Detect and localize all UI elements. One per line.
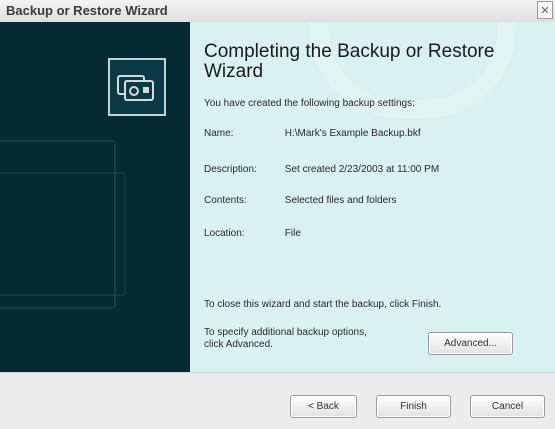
setting-value: H:\Mark's Example Backup.bkf: [284, 128, 421, 139]
close-instruction: To close this wizard and start the backu…: [204, 299, 442, 310]
wizard-sidebar: [0, 22, 190, 372]
finish-button[interactable]: Finish: [376, 395, 451, 418]
cancel-button[interactable]: Cancel: [470, 395, 545, 418]
setting-value: File: [284, 228, 301, 239]
setting-row-contents: Contents: Selected files and folders: [204, 195, 397, 206]
back-button[interactable]: < Back: [290, 395, 357, 418]
setting-label: Location:: [204, 228, 245, 239]
wizard-content: Completing the Backup or Restore Wizard …: [190, 22, 555, 372]
setting-value: Selected files and folders: [284, 195, 397, 206]
setting-label: Description:: [204, 164, 257, 175]
title-bar: Backup or Restore Wizard ✕: [0, 0, 555, 23]
intro-text: You have created the following backup se…: [204, 98, 415, 109]
setting-row-description: Description: Set created 2/23/2003 at 11…: [204, 164, 439, 175]
setting-row-name: Name: H:\Mark's Example Backup.bkf: [204, 128, 421, 139]
page-title: Completing the Backup or Restore Wizard: [204, 41, 495, 82]
advanced-button[interactable]: Advanced...: [428, 332, 513, 355]
setting-row-location: Location: File: [204, 228, 301, 239]
sidebar-watermark-2: [0, 172, 126, 296]
backup-wizard-icon: [108, 58, 166, 116]
advanced-instruction: To specify additional backup options, cl…: [204, 327, 367, 350]
setting-label: Name:: [204, 128, 234, 139]
button-bar: < Back Finish Cancel: [0, 372, 555, 429]
setting-value: Set created 2/23/2003 at 11:00 PM: [284, 164, 440, 175]
setting-label: Contents:: [204, 195, 247, 206]
window-title: Backup or Restore Wizard: [6, 3, 168, 18]
close-icon[interactable]: ✕: [537, 1, 553, 19]
